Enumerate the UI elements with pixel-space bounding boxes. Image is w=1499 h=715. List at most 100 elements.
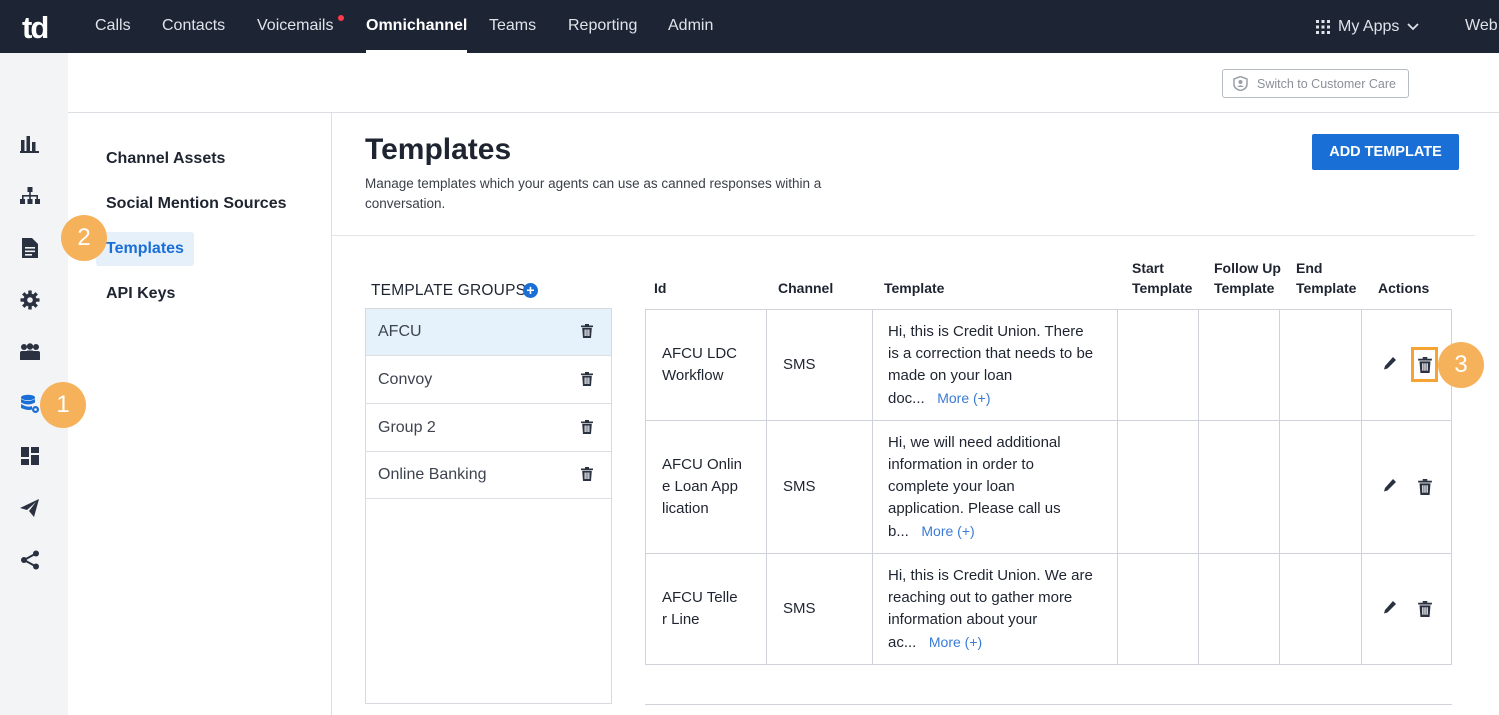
send-icon[interactable] <box>19 497 41 519</box>
templates-table: AFCU LDC Workflow SMS Hi, this is Credit… <box>645 309 1452 665</box>
group-item-convoy[interactable]: Convoy <box>366 357 611 404</box>
shield-user-icon <box>1233 76 1248 91</box>
team-icon[interactable] <box>19 341 41 363</box>
add-group-plus-icon[interactable]: + <box>523 283 538 298</box>
org-chart-icon[interactable] <box>19 185 41 207</box>
id-line: r Line <box>662 611 700 628</box>
side-item-templates[interactable]: Templates <box>96 232 194 266</box>
header-line: Follow Up <box>1214 260 1281 276</box>
nav-calls[interactable]: Calls <box>95 0 131 53</box>
edit-pencil-icon[interactable] <box>1383 478 1397 494</box>
document-icon[interactable] <box>19 237 41 259</box>
header-line: Template <box>1214 280 1275 296</box>
more-link[interactable]: More (+) <box>929 634 982 650</box>
edit-pencil-icon[interactable] <box>1383 356 1397 372</box>
template-line: is a correction that needs to be <box>888 345 1094 362</box>
more-link[interactable]: More (+) <box>937 390 990 406</box>
header-line: Template <box>1296 280 1357 296</box>
template-line: doc... <box>888 390 925 407</box>
add-template-button[interactable]: ADD TEMPLATE <box>1312 134 1459 170</box>
template-line: complete your loan <box>888 478 1015 495</box>
trash-icon[interactable] <box>581 467 593 481</box>
trash-icon[interactable] <box>581 372 593 386</box>
side-item-social-mention-sources[interactable]: Social Mention Sources <box>106 195 286 213</box>
switch-label: Switch to Customer Care <box>1257 76 1396 91</box>
template-line: reaching out to gather more <box>888 589 1073 606</box>
col-header-follow-up-template: Follow Up Template <box>1214 258 1281 298</box>
trash-icon[interactable] <box>1418 601 1432 617</box>
template-line: Hi, this is Credit Union. There <box>888 323 1084 340</box>
template-line: made on your loan <box>888 367 1013 384</box>
database-settings-icon[interactable] <box>19 393 41 415</box>
row-channel: SMS <box>783 356 816 373</box>
col-header-template: Template <box>884 280 945 296</box>
my-apps-menu[interactable]: My Apps <box>1316 0 1419 53</box>
trash-highlight-box <box>1411 347 1438 382</box>
template-line: information about your <box>888 611 1038 628</box>
template-line: Hi, we will need additional <box>888 434 1061 451</box>
row-template: Hi, we will need additional information … <box>888 432 1061 543</box>
row-id: AFCU Onlin e Loan App lication <box>662 454 742 520</box>
id-line: AFCU Telle <box>662 589 738 606</box>
table-row: AFCU LDC Workflow SMS Hi, this is Credit… <box>646 310 1451 421</box>
share-icon[interactable] <box>19 549 41 571</box>
nav-reporting[interactable]: Reporting <box>568 0 637 53</box>
my-apps-label: My Apps <box>1338 17 1400 35</box>
row-channel: SMS <box>783 600 816 617</box>
nav-contacts[interactable]: Contacts <box>162 0 225 53</box>
template-line: information in order to <box>888 456 1034 473</box>
header-line: End <box>1296 260 1323 276</box>
apps-grid-icon <box>1316 19 1330 34</box>
group-item-online-banking[interactable]: Online Banking <box>366 452 611 499</box>
bar-chart-icon[interactable] <box>19 133 41 155</box>
template-groups-list: AFCU Convoy Group 2 Online Banking <box>365 308 612 704</box>
group-label: Convoy <box>378 371 433 388</box>
row-id: AFCU Telle r Line <box>662 587 738 631</box>
side-item-api-keys[interactable]: API Keys <box>106 285 175 303</box>
page-subtitle: Manage templates which your agents can u… <box>365 176 822 211</box>
table-row: AFCU Telle r Line SMS Hi, this is Credit… <box>646 554 1451 664</box>
row-template: Hi, this is Credit Union. We are reachin… <box>888 565 1093 654</box>
col-header-actions: Actions <box>1378 280 1430 296</box>
nav-admin[interactable]: Admin <box>668 0 713 53</box>
side-item-channel-assets[interactable]: Channel Assets <box>106 150 225 168</box>
group-item-afcu[interactable]: AFCU <box>366 309 611 356</box>
section-divider <box>332 235 1475 236</box>
group-item-group-2[interactable]: Group 2 <box>366 405 611 452</box>
group-label: Online Banking <box>378 466 487 483</box>
trash-icon[interactable] <box>581 420 593 434</box>
step-badge-3: 3 <box>1438 342 1484 388</box>
col-header-id: Id <box>654 280 667 296</box>
template-line-last: b... More (+) <box>888 520 1061 543</box>
settings-side-menu: Channel Assets Social Mention Sources Te… <box>68 113 332 715</box>
gear-icon[interactable] <box>19 289 41 311</box>
template-line-last: doc... More (+) <box>888 387 1093 410</box>
switch-to-customer-care-button[interactable]: Switch to Customer Care <box>1222 69 1409 98</box>
row-template: Hi, this is Credit Union. There is a cor… <box>888 321 1093 410</box>
header-line: Template <box>1132 280 1193 296</box>
col-header-end-template: End Template <box>1296 258 1356 298</box>
trash-icon[interactable] <box>1418 479 1432 495</box>
id-line: lication <box>662 500 709 517</box>
template-line: application. Please call us <box>888 500 1061 517</box>
row-channel: SMS <box>783 478 816 495</box>
nav-teams[interactable]: Teams <box>489 0 536 53</box>
row-id: AFCU LDC Workflow <box>662 343 737 387</box>
app-logo[interactable]: td <box>22 10 49 46</box>
col-header-channel: Channel <box>778 280 834 296</box>
nav-voicemails[interactable]: Voicemails <box>257 0 333 53</box>
top-nav-bar: td Calls Contacts Voicemails Omnichannel… <box>0 0 1499 53</box>
id-line: AFCU LDC <box>662 345 738 362</box>
group-label: Group 2 <box>378 419 436 436</box>
nav-omnichannel[interactable]: Omnichannel <box>366 0 468 53</box>
step-badge-2: 2 <box>61 215 107 261</box>
edit-pencil-icon[interactable] <box>1383 600 1397 616</box>
template-line: Hi, this is Credit Union. We are <box>888 567 1093 584</box>
nav-web[interactable]: Web <box>1465 0 1498 53</box>
id-line: e Loan App <box>662 478 738 495</box>
group-label: AFCU <box>378 323 422 340</box>
col-header-start-template: Start Template <box>1132 258 1192 298</box>
more-link[interactable]: More (+) <box>921 523 974 539</box>
dashboard-icon[interactable] <box>19 445 41 467</box>
trash-icon[interactable] <box>581 324 593 338</box>
